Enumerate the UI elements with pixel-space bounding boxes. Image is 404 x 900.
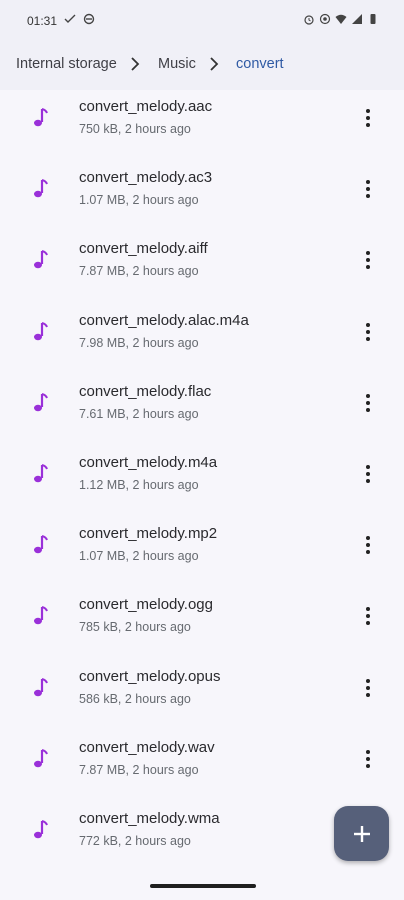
music-note-icon (34, 535, 48, 554)
more-options-icon[interactable] (360, 534, 376, 556)
music-note-icon (34, 748, 48, 767)
file-name: convert_melody.ac3 (79, 169, 213, 187)
file-meta: 772 kB, 2 hours ago (79, 834, 191, 848)
breadcrumb: Internal storage Music convert (0, 40, 404, 90)
more-options-icon[interactable] (360, 107, 376, 129)
file-row[interactable]: convert_melody.wav 7.87 MB, 2 hours ago (0, 731, 404, 802)
alarm-icon (304, 15, 314, 25)
file-name: convert_melody.aiff (79, 240, 208, 258)
status-right-icons (303, 13, 379, 25)
chevron-right-icon (131, 57, 140, 71)
more-options-icon[interactable] (360, 392, 376, 414)
music-note-icon (34, 392, 48, 411)
music-note-icon (34, 250, 48, 269)
more-options-icon[interactable] (360, 321, 376, 343)
file-meta: 7.61 MB, 2 hours ago (79, 406, 199, 421)
file-meta: 785 kB, 2 hours ago (79, 620, 191, 635)
file-row[interactable]: convert_melody.alac.m4a 7.98 MB, 2 hours … (0, 304, 404, 375)
file-meta: 7.87 MB, 2 hours ago (79, 264, 199, 279)
file-meta: 1.07 MB, 2 hours ago (79, 549, 199, 564)
more-options-icon[interactable] (360, 748, 376, 770)
file-row[interactable]: convert_melody.aiff 7.87 MB, 2 hours ago (0, 232, 404, 303)
file-row[interactable]: convert_melody.mp2 1.07 MB, 2 hours ago (0, 517, 404, 588)
music-note-icon (34, 677, 48, 696)
file-name: convert_melody.aac (79, 98, 213, 115)
battery-icon (370, 14, 376, 24)
file-row[interactable]: convert_melody.flac 7.61 MB, 2 hours ago (0, 375, 404, 446)
file-row[interactable]: convert_melody.m4a 1.12 MB, 2 hours ago (0, 446, 404, 517)
more-options-icon[interactable] (360, 605, 376, 627)
status-time: 01:31 (27, 14, 58, 28)
breadcrumb-convert[interactable]: convert (236, 56, 284, 72)
check-mark-icon (64, 14, 76, 23)
plus-icon (353, 825, 370, 842)
no-symbol-icon (83, 13, 95, 25)
add-button[interactable] (334, 806, 389, 861)
file-row[interactable]: convert_melody.ac3 1.07 MB, 2 hours ago (0, 161, 404, 232)
file-meta: 7.87 MB, 2 hours ago (79, 762, 199, 777)
music-note-icon (34, 606, 48, 625)
file-meta: 1.07 MB, 2 hours ago (79, 193, 199, 208)
file-name: convert_melody.alac.m4a (79, 311, 249, 329)
music-note-icon (34, 179, 48, 198)
breadcrumb-internal-storage[interactable]: Internal storage (16, 56, 117, 72)
breadcrumb-music[interactable]: Music (158, 56, 196, 72)
more-options-icon[interactable] (360, 178, 376, 200)
location-icon (319, 13, 331, 25)
file-name: convert_melody.wav (79, 738, 215, 756)
signal-icon (352, 14, 362, 24)
file-meta: 586 kB, 2 hours ago (79, 691, 191, 706)
file-name: convert_melody.flac (79, 382, 212, 400)
music-note-icon (34, 820, 48, 839)
file-name: convert_melody.mp2 (79, 525, 218, 543)
status-bar: 01:31 (0, 0, 404, 40)
file-row[interactable]: convert_melody.ogg 785 kB, 2 hours ago (0, 588, 404, 659)
file-meta: 1.12 MB, 2 hours ago (79, 478, 199, 492)
file-name: convert_melody.wma (79, 810, 220, 827)
more-options-icon[interactable] (360, 677, 376, 699)
file-row[interactable]: convert_melody.opus 586 kB, 2 hours ago (0, 660, 404, 731)
more-options-icon[interactable] (360, 463, 376, 485)
music-note-icon (34, 321, 48, 340)
navigation-handle[interactable] (150, 884, 256, 888)
music-note-icon (34, 464, 48, 483)
chevron-right-icon (210, 57, 219, 71)
file-name: convert_melody.ogg (79, 596, 213, 614)
file-row[interactable]: convert_melody.aac 750 kB, 2 hours ago (0, 90, 404, 161)
music-note-icon (34, 108, 48, 127)
file-meta: 750 kB, 2 hours ago (79, 122, 191, 136)
status-left-icons (64, 13, 95, 25)
file-name: convert_melody.opus (79, 667, 221, 685)
file-meta: 7.98 MB, 2 hours ago (79, 335, 199, 350)
file-name: convert_melody.m4a (79, 454, 218, 471)
wifi-icon (335, 14, 347, 24)
more-options-icon[interactable] (360, 249, 376, 271)
